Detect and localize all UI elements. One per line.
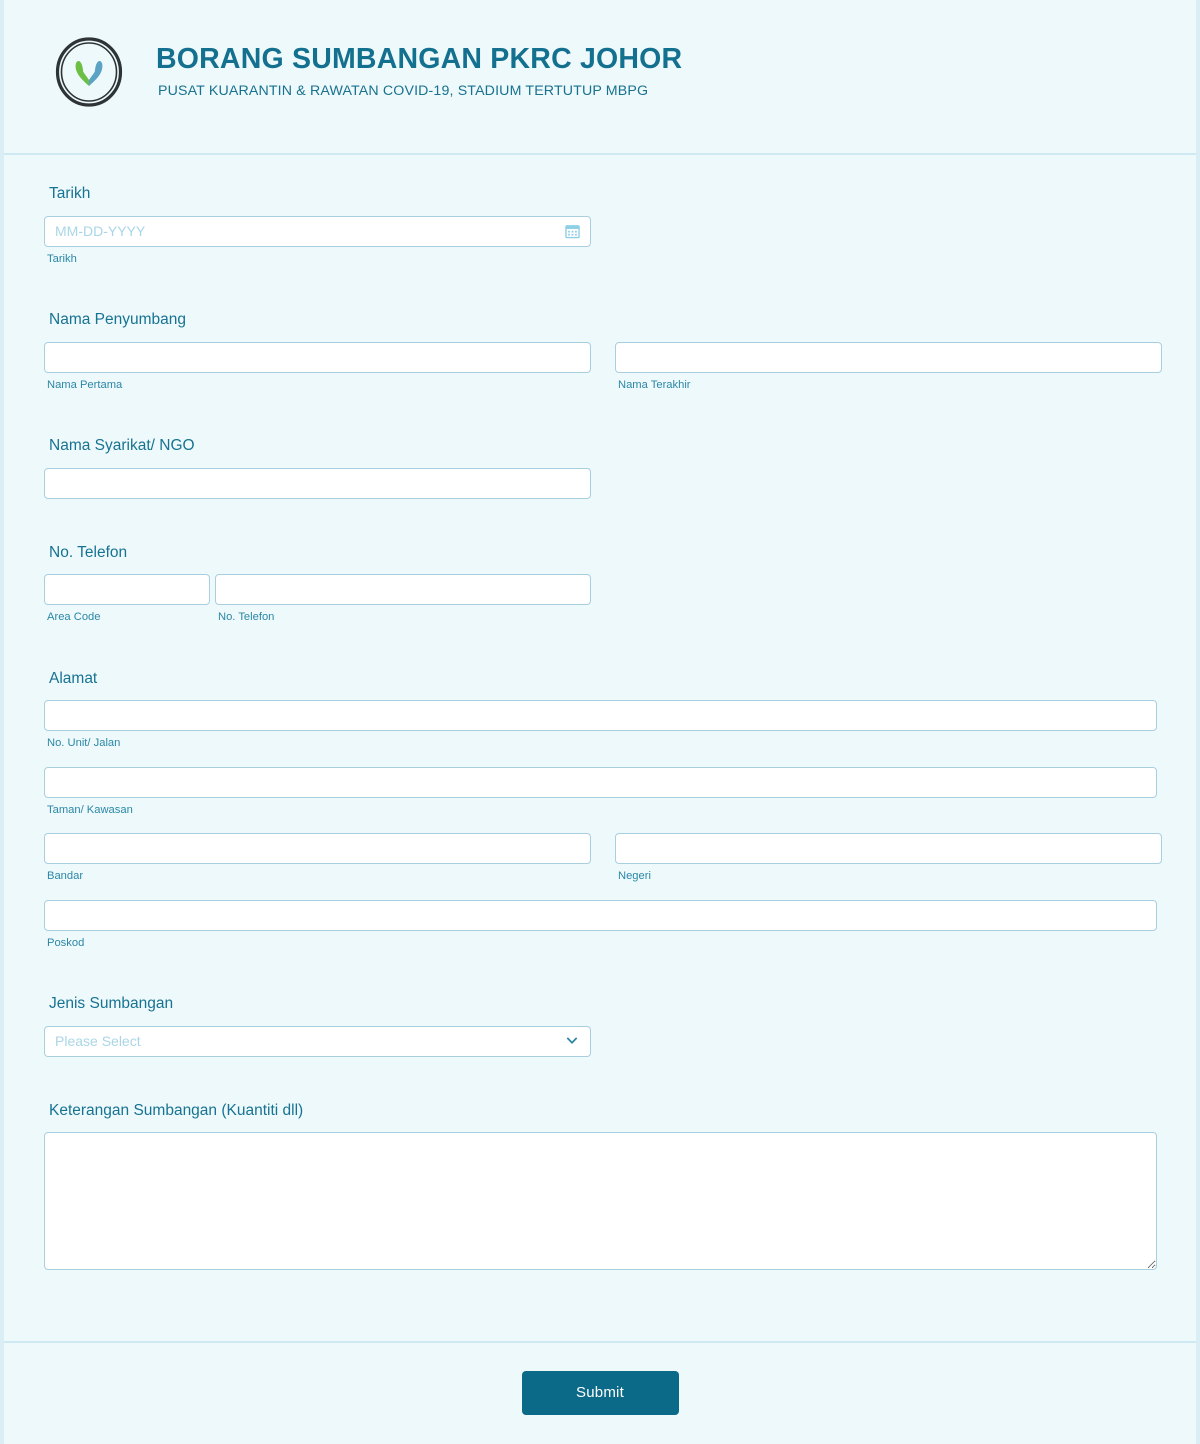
jenis-sumbangan-select[interactable]: Please Select (44, 1025, 591, 1057)
sublabel-bandar: Bandar (47, 870, 84, 883)
nama-terakhir-group: Nama Terakhir (615, 341, 1162, 392)
no-telefon-input[interactable] (215, 574, 591, 606)
submit-button[interactable]: Submit (521, 1370, 679, 1415)
telefon-row: Area Code No. Telefon (44, 574, 1156, 624)
sublabel-taman-kawasan: Taman/ Kawasan (47, 803, 133, 816)
nama-row: Nama Pertama Nama Terakhir (44, 341, 1162, 392)
label-keterangan-sumbangan: Keterangan Sumbangan (Kuantiti dll) (49, 1101, 304, 1119)
sublabel-area-code: Area Code (47, 611, 101, 624)
alamat-taman-input[interactable] (44, 766, 1157, 798)
header-text-block: BORANG SUMBANGAN PKRC JOHOR PUSAT KUARAN… (156, 30, 682, 99)
negeri-group: Negeri (615, 833, 1162, 883)
label-tarikh: Tarikh (49, 185, 91, 202)
tarikh-input[interactable] (44, 215, 591, 247)
label-nama-syarikat: Nama Syarikat/ NGO (49, 437, 195, 455)
nama-pertama-input[interactable] (44, 341, 591, 373)
field-alamat: Alamat No. Unit/ Jalan Taman/ Kawasan Ba… (44, 669, 1162, 950)
hands-circle-logo-icon (53, 36, 125, 108)
sublabel-no-unit-jalan: No. Unit/ Jalan (47, 737, 121, 750)
area-code-group: Area Code (44, 574, 210, 624)
alamat-unit-input[interactable] (44, 700, 1157, 732)
telefon-number-group: No. Telefon (215, 574, 591, 624)
form-footer: Submit (4, 1343, 1196, 1442)
label-nama-penyumbang: Nama Penyumbang (49, 311, 186, 329)
page-subtitle: PUSAT KUARANTIN & RAWATAN COVID-19, STAD… (158, 82, 649, 99)
nama-pertama-group: Nama Pertama (44, 341, 591, 392)
alamat-poskod-input[interactable] (44, 899, 1157, 931)
bandar-negeri-row: Bandar Negeri (44, 833, 1162, 883)
sublabel-nama-pertama: Nama Pertama (47, 378, 123, 391)
field-tarikh: Tarikh Tarikh (44, 185, 1156, 266)
field-keterangan-sumbangan: Keterangan Sumbangan (Kuantiti dll) (44, 1101, 1157, 1271)
alamat-negeri-input[interactable] (615, 833, 1162, 865)
label-alamat: Alamat (49, 669, 98, 687)
area-code-input[interactable] (44, 574, 210, 606)
form-body: Tarikh Tarikh (4, 155, 1196, 1343)
bandar-group: Bandar (44, 833, 591, 883)
page-header: BORANG SUMBANGAN PKRC JOHOR PUSAT KUARAN… (4, 0, 1196, 155)
tarikh-input-wrap (44, 215, 591, 247)
label-jenis-sumbangan: Jenis Sumbangan (49, 995, 174, 1013)
jenis-sumbangan-wrap: Please Select (44, 1025, 591, 1057)
sublabel-poskod: Poskod (47, 936, 85, 949)
sublabel-nama-terakhir: Nama Terakhir (618, 378, 691, 391)
label-no-telefon: No. Telefon (49, 543, 128, 561)
sublabel-no-telefon: No. Telefon (218, 611, 275, 624)
nama-terakhir-input[interactable] (615, 341, 1162, 373)
sublabel-negeri: Negeri (618, 870, 651, 883)
field-nama-penyumbang: Nama Penyumbang Nama Pertama Nama Terakh… (44, 311, 1162, 392)
nama-syarikat-input[interactable] (44, 467, 591, 499)
field-jenis-sumbangan: Jenis Sumbangan Please Select (44, 995, 1156, 1057)
field-no-telefon: No. Telefon Area Code No. Telefon (44, 544, 1156, 625)
keterangan-sumbangan-textarea[interactable] (44, 1132, 1157, 1271)
field-nama-syarikat: Nama Syarikat/ NGO (44, 437, 1156, 499)
form-page: BORANG SUMBANGAN PKRC JOHOR PUSAT KUARAN… (0, 0, 1200, 1444)
alamat-bandar-input[interactable] (44, 833, 591, 865)
page-title: BORANG SUMBANGAN PKRC JOHOR (156, 43, 683, 75)
sublabel-tarikh: Tarikh (47, 252, 77, 265)
